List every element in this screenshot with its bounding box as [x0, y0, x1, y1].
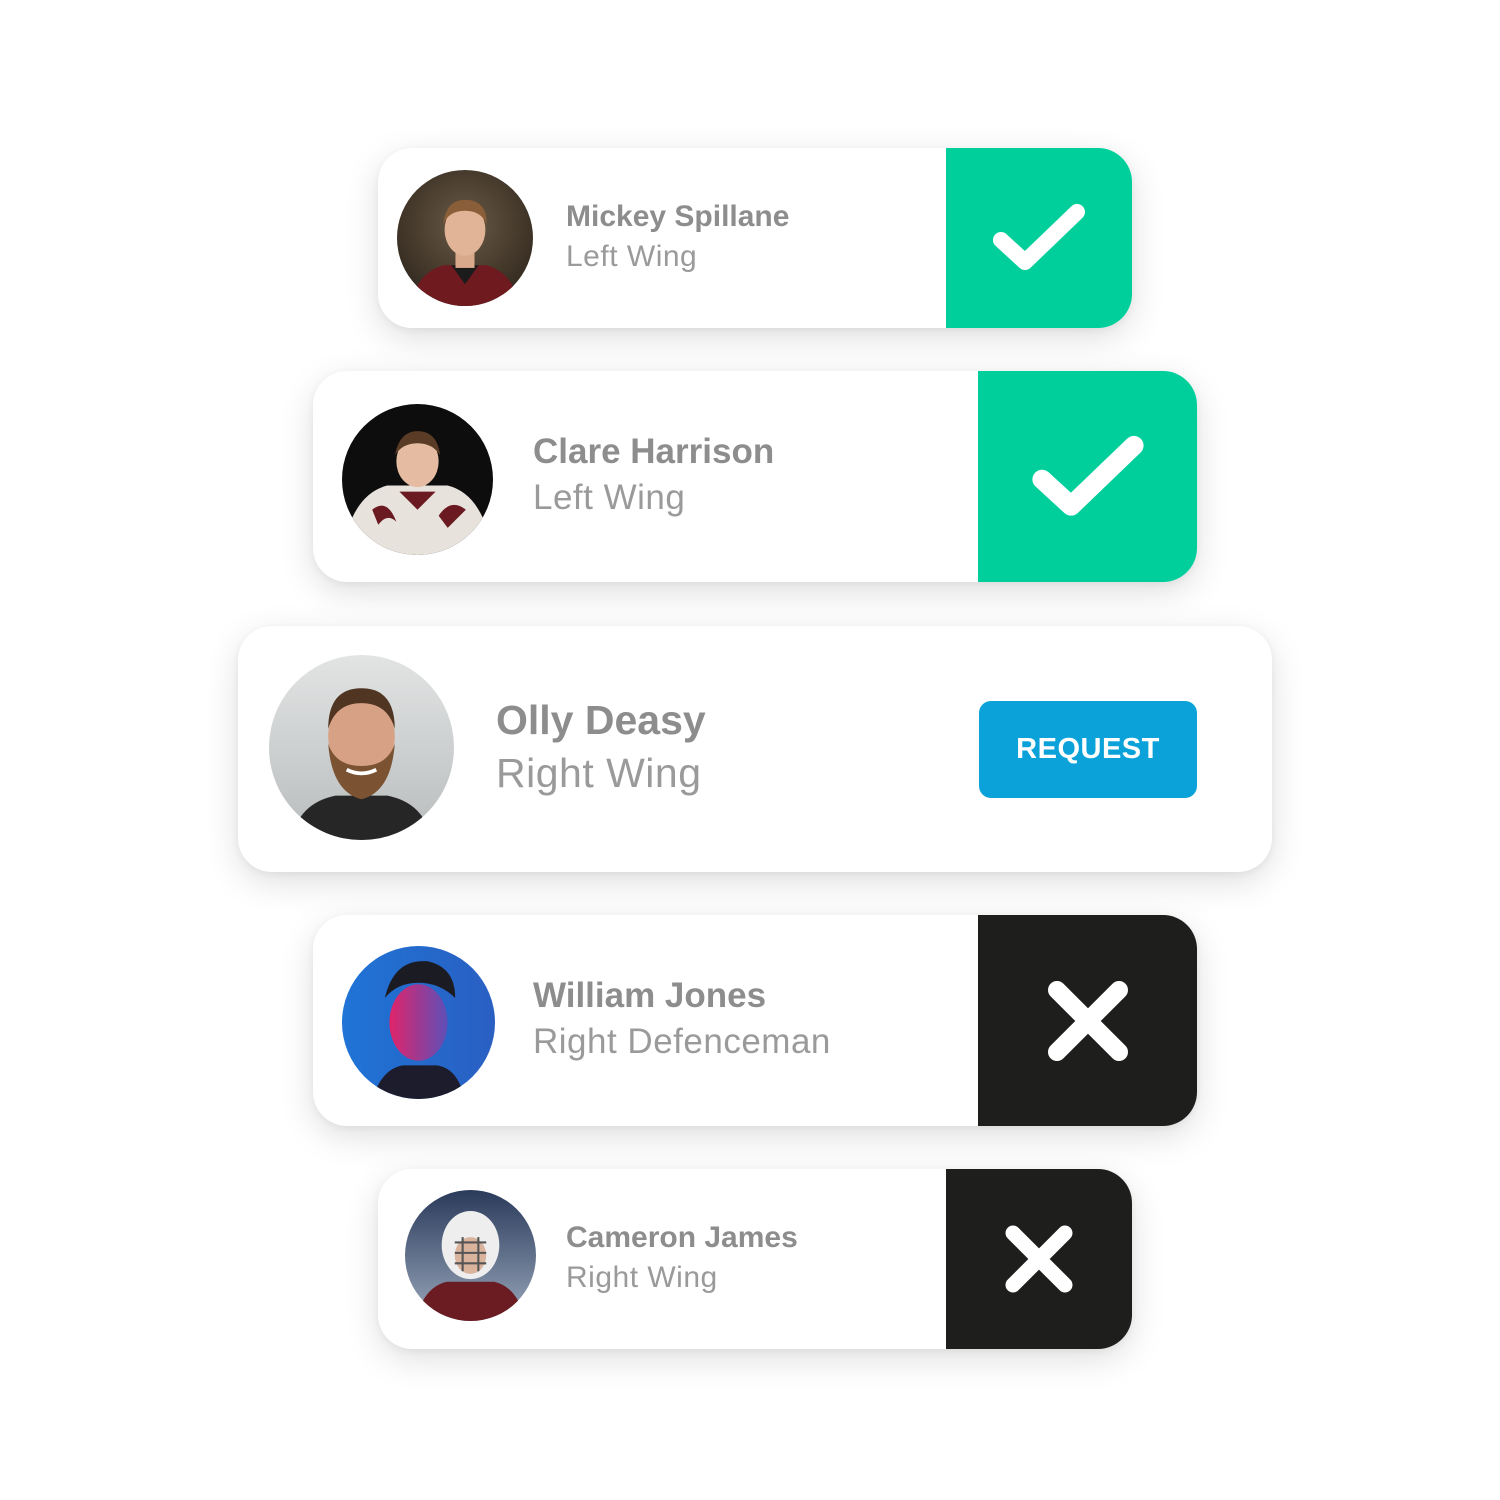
accepted-button[interactable] [978, 371, 1197, 582]
player-card-william-jones: William Jones Right Defenceman [313, 915, 1197, 1126]
rejected-button[interactable] [946, 1169, 1132, 1349]
close-icon [1005, 1225, 1073, 1293]
player-name: Olly Deasy [496, 697, 706, 743]
player-name: Clare Harrison [533, 432, 775, 471]
player-card-cameron-james: Cameron James Right Wing [378, 1169, 1132, 1349]
check-icon [993, 204, 1085, 270]
player-position: Right Wing [496, 750, 702, 796]
player-position: Right Defenceman [533, 1022, 831, 1061]
player-card-mickey-spillane: Mickey Spillane Left Wing [378, 148, 1132, 328]
player-request-list: Mickey Spillane Left Wing Clare Harrison… [0, 0, 1500, 1500]
player-card-olly-deasy: Olly Deasy Right Wing REQUEST [238, 626, 1272, 872]
avatar [397, 170, 533, 306]
player-name: Cameron James [566, 1221, 798, 1254]
check-icon [1031, 435, 1144, 516]
avatar [342, 946, 495, 1099]
rejected-button[interactable] [978, 915, 1197, 1126]
avatar [269, 655, 454, 840]
player-name: Mickey Spillane [566, 200, 790, 233]
request-button[interactable]: REQUEST [979, 701, 1197, 798]
player-card-clare-harrison: Clare Harrison Left Wing [313, 371, 1197, 582]
player-position: Left Wing [566, 240, 698, 273]
accepted-button[interactable] [946, 148, 1132, 328]
player-position: Right Wing [566, 1261, 718, 1294]
avatar [405, 1190, 536, 1321]
close-icon [1047, 980, 1128, 1061]
player-name: William Jones [533, 976, 767, 1015]
avatar [342, 404, 493, 555]
player-position: Left Wing [533, 478, 686, 517]
